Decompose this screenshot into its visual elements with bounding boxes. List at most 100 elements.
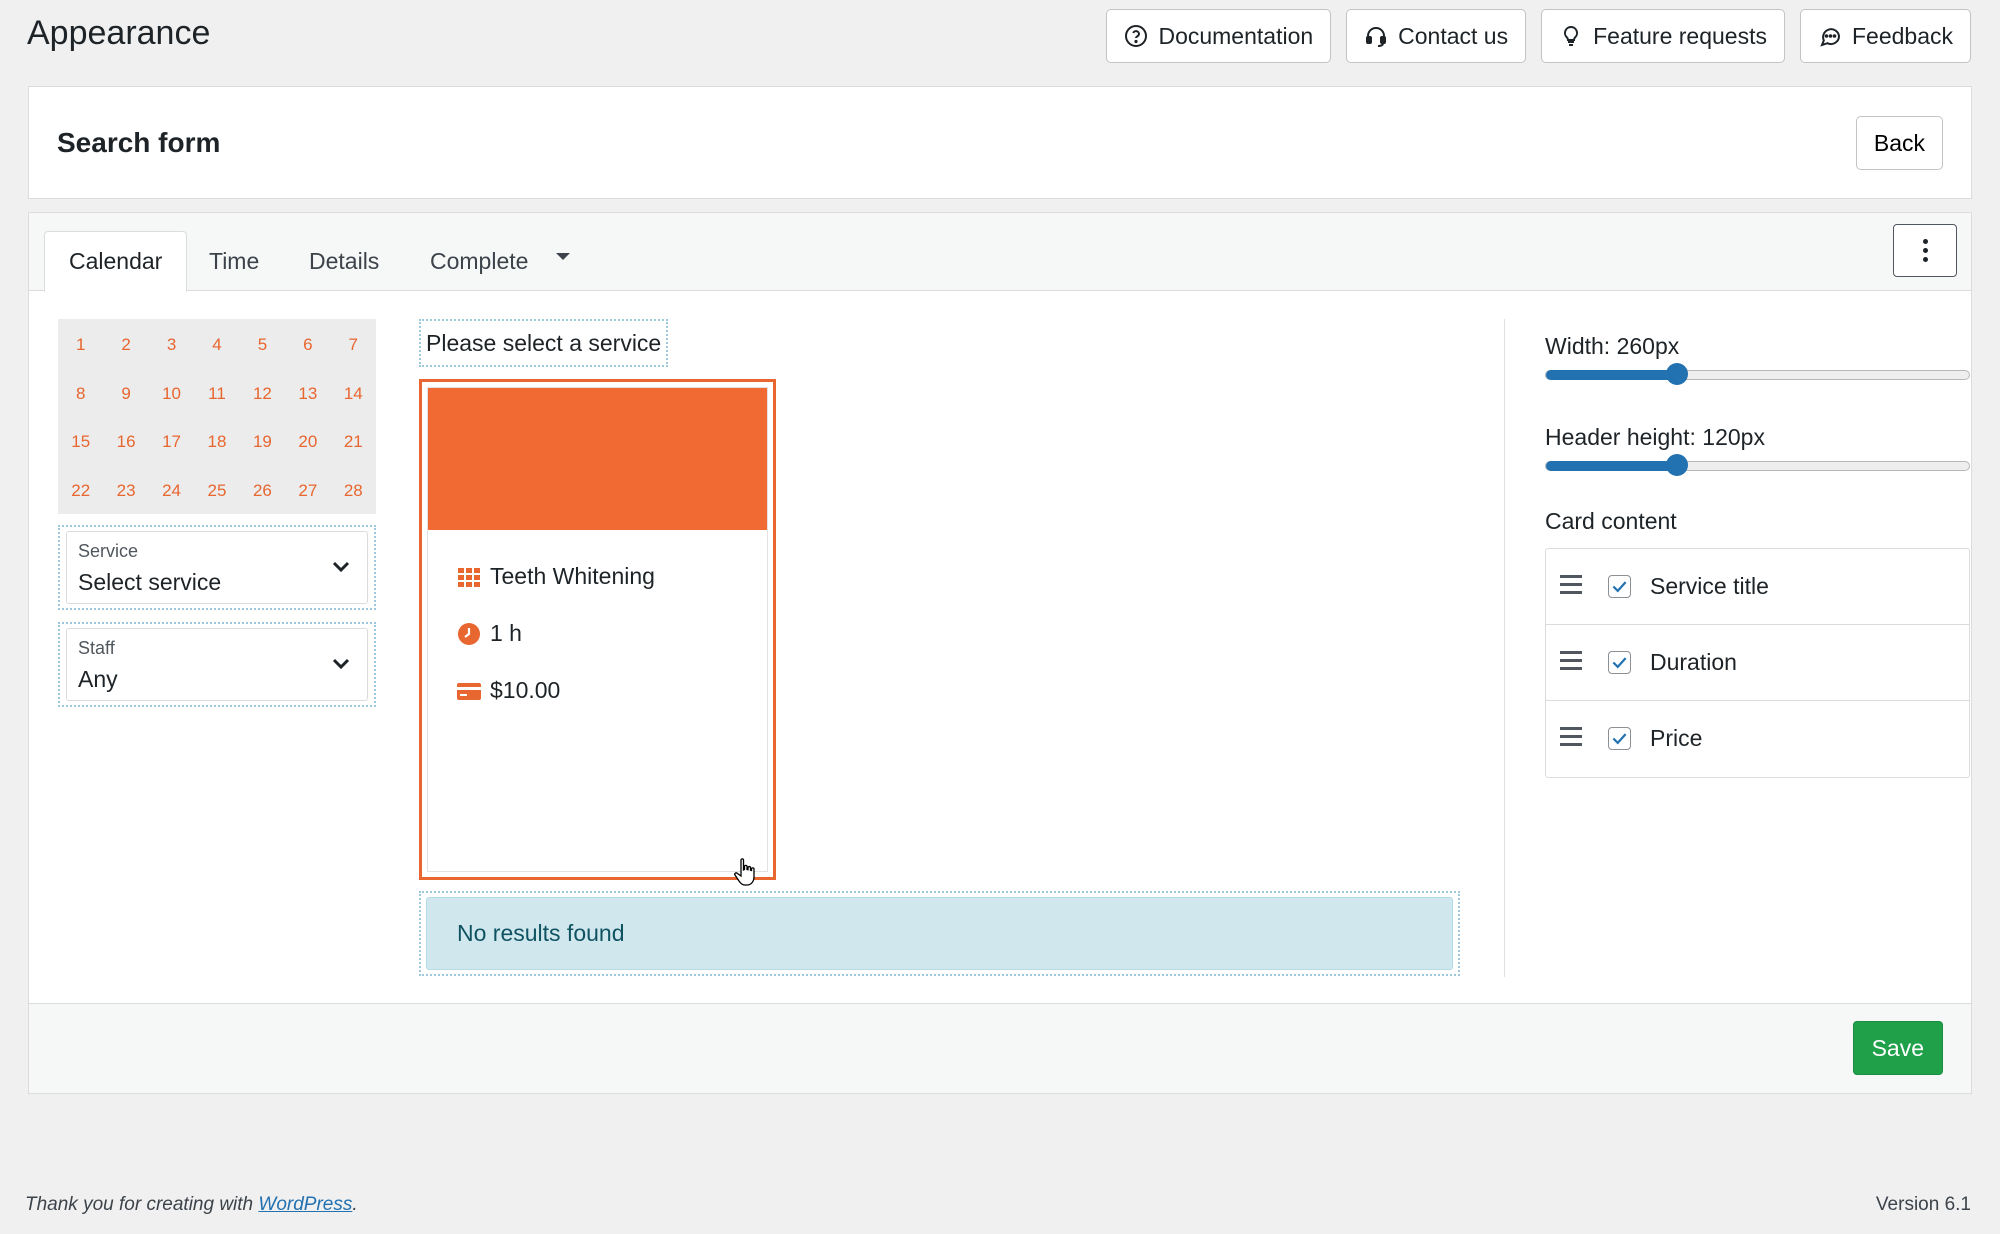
list-item-label: Service title <box>1650 573 1769 599</box>
calendar-day[interactable]: 22 <box>58 467 103 516</box>
calendar-day[interactable]: 16 <box>103 418 148 467</box>
calendar-day[interactable]: 3 <box>149 321 194 370</box>
documentation-label: Documentation <box>1158 22 1314 49</box>
list-item-price[interactable]: Price <box>1546 701 1969 777</box>
save-button[interactable]: Save <box>1852 1021 1943 1075</box>
drag-handle-icon[interactable] <box>1560 727 1582 747</box>
calendar-day[interactable]: 18 <box>194 418 239 467</box>
card-content-list: Service title Duration Price <box>1545 548 1970 778</box>
editor-footer: Save <box>29 1003 1971 1093</box>
drag-handle-icon[interactable] <box>1560 651 1582 671</box>
kebab-dot <box>1922 239 1928 244</box>
checkmark-icon <box>1612 657 1627 669</box>
back-button[interactable]: Back <box>1855 116 1943 170</box>
checkmark-icon <box>1612 733 1627 745</box>
tab-details[interactable]: Details <box>285 231 403 292</box>
feedback-button[interactable]: Feedback <box>1799 9 1971 63</box>
no-results-alert: No results found <box>426 897 1453 970</box>
staff-select-value: Any <box>78 666 118 692</box>
service-title-row: Teeth Whitening <box>457 563 655 590</box>
width-slider[interactable] <box>1545 363 1970 385</box>
calendar-day[interactable]: 26 <box>240 467 285 516</box>
width-label: Width: 260px <box>1545 333 1680 359</box>
no-results-wrapper: No results found <box>419 891 1460 976</box>
width-slider-thumb[interactable] <box>1666 363 1689 385</box>
calendar-day[interactable]: 20 <box>285 418 330 467</box>
wp-footer-text: Thank you for creating with WordPress. <box>25 1194 358 1216</box>
appearance-editor: Calendar Time Details Complete 123456789… <box>28 212 1972 1094</box>
service-duration-row: 1 h <box>457 620 522 647</box>
header-height-slider[interactable] <box>1545 454 1970 476</box>
calendar-day[interactable]: 6 <box>285 321 330 370</box>
header-height-slider-thumb[interactable] <box>1666 454 1689 476</box>
service-duration: 1 h <box>490 620 522 646</box>
calendar-day[interactable]: 21 <box>331 418 376 467</box>
calendar-day[interactable]: 11 <box>194 370 239 419</box>
documentation-button[interactable]: Documentation <box>1106 9 1332 63</box>
tab-time[interactable]: Time <box>185 231 283 292</box>
calendar-day[interactable]: 2 <box>103 321 148 370</box>
calendar-day[interactable]: 5 <box>240 321 285 370</box>
calendar-day[interactable]: 12 <box>240 370 285 419</box>
credit-card-icon <box>457 682 481 700</box>
service-card-header <box>428 388 767 530</box>
staff-select[interactable]: Staff Any <box>66 628 368 701</box>
feature-requests-button[interactable]: Feature requests <box>1541 9 1785 63</box>
price-checkbox[interactable] <box>1608 727 1631 750</box>
list-item-duration[interactable]: Duration <box>1546 625 1969 701</box>
service-title-checkbox[interactable] <box>1608 575 1631 598</box>
calendar-day[interactable]: 7 <box>331 321 376 370</box>
contact-us-label: Contact us <box>1398 22 1509 49</box>
calendar-day[interactable]: 28 <box>331 467 376 516</box>
list-item-label: Duration <box>1650 649 1737 675</box>
calendar-day[interactable]: 14 <box>331 370 376 419</box>
drag-handle-icon[interactable] <box>1560 575 1582 595</box>
tab-calendar[interactable]: Calendar <box>44 231 188 292</box>
chevron-down-icon <box>332 561 350 573</box>
top-actions: Documentation Contact us Feature request… <box>1106 9 1971 63</box>
calendar-day[interactable]: 9 <box>103 370 148 419</box>
clock-icon <box>458 622 480 645</box>
calendar-day[interactable]: 4 <box>194 321 239 370</box>
tabs-dropdown-caret-icon[interactable] <box>556 253 570 260</box>
select-service-prompt: Please select a service <box>419 319 669 367</box>
service-select-value: Select service <box>78 569 222 595</box>
feedback-label: Feedback <box>1851 22 1953 49</box>
checkmark-icon <box>1612 581 1627 593</box>
calendar-day[interactable]: 17 <box>149 418 194 467</box>
calendar-day[interactable]: 1 <box>58 321 103 370</box>
grid-icon <box>458 567 480 587</box>
calendar-day[interactable]: 15 <box>58 418 103 467</box>
header-height-slider-fill <box>1546 461 1678 471</box>
service-price: $10.00 <box>490 677 561 703</box>
calendar-day[interactable]: 23 <box>103 467 148 516</box>
calendar-day[interactable]: 24 <box>149 467 194 516</box>
calendar-day[interactable]: 19 <box>240 418 285 467</box>
service-card-body: Teeth Whitening 1 h $10.00 <box>427 387 768 872</box>
calendar-day[interactable]: 25 <box>194 467 239 516</box>
list-item-service-title[interactable]: Service title <box>1546 549 1969 625</box>
calendar-day[interactable]: 8 <box>58 370 103 419</box>
contact-us-button[interactable]: Contact us <box>1346 9 1527 63</box>
kebab-dot <box>1922 248 1928 253</box>
service-card[interactable]: Teeth Whitening 1 h $10.00 <box>419 379 776 880</box>
calendar-day[interactable]: 10 <box>149 370 194 419</box>
version-text: Version 6.1 <box>1875 1194 1971 1215</box>
tab-bar: Calendar Time Details Complete <box>29 213 1971 292</box>
lightbulb-icon <box>1564 25 1579 46</box>
calendar-day[interactable]: 27 <box>285 467 330 516</box>
calendar-day[interactable]: 13 <box>285 370 330 419</box>
wordpress-link[interactable]: WordPress <box>258 1194 352 1215</box>
more-options-button[interactable] <box>1893 224 1957 277</box>
duration-checkbox[interactable] <box>1608 651 1631 674</box>
staff-select-wrapper: Staff Any <box>58 622 376 707</box>
tab-complete[interactable]: Complete <box>406 231 552 292</box>
feature-requests-label: Feature requests <box>1593 22 1767 49</box>
service-select-wrapper: Service Select service <box>58 525 376 610</box>
service-select[interactable]: Service Select service <box>66 531 368 604</box>
width-slider-fill <box>1546 370 1678 380</box>
footer-suffix: . <box>352 1194 358 1215</box>
footer-prefix: Thank you for creating with <box>25 1194 259 1215</box>
staff-select-label: Staff <box>78 638 115 658</box>
chevron-down-icon <box>332 658 350 670</box>
